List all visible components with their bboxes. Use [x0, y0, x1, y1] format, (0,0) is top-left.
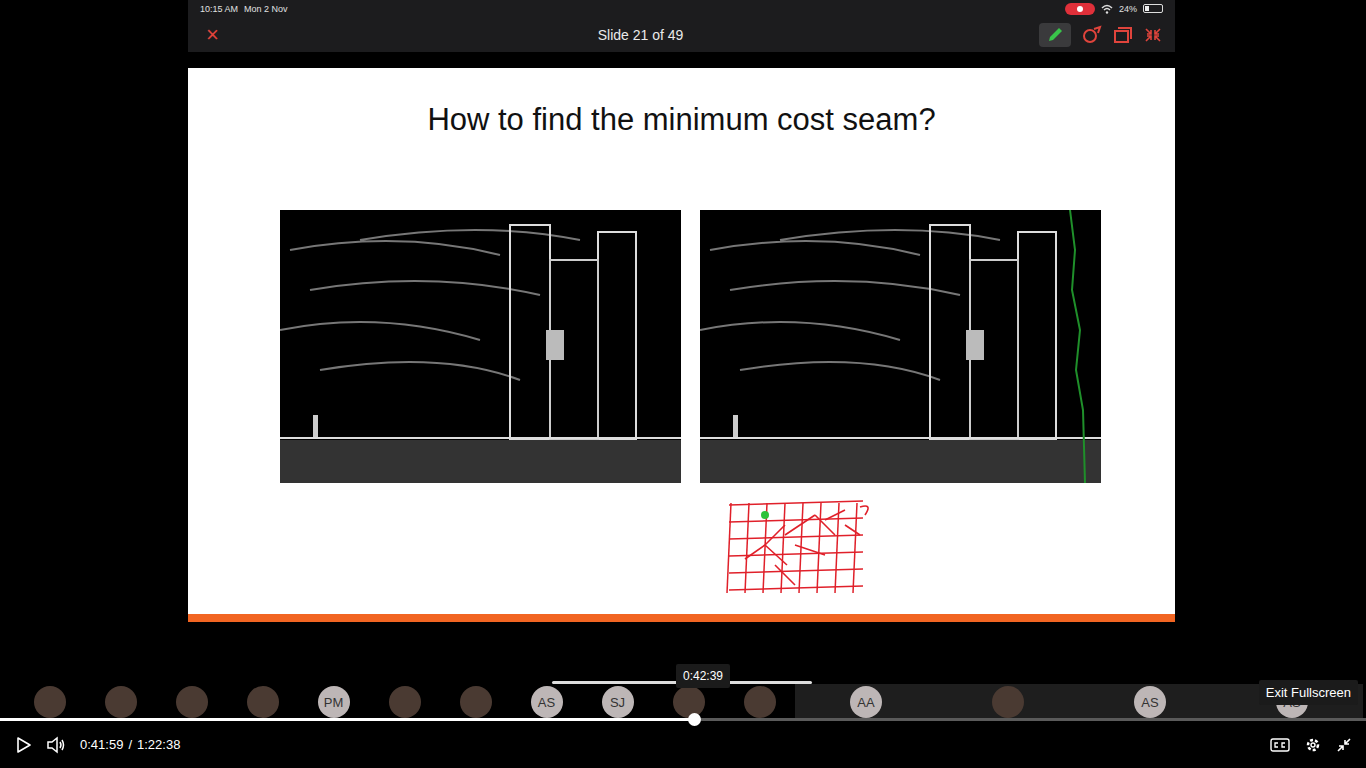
- play-icon[interactable]: [14, 736, 32, 754]
- participant-avatar[interactable]: AS: [531, 686, 563, 718]
- pen-icon: [1046, 26, 1064, 44]
- layout-icon[interactable]: [1113, 26, 1133, 44]
- participant-photo[interactable]: [176, 686, 208, 718]
- participant-tile[interactable]: SJ: [582, 684, 653, 718]
- participant-photo[interactable]: [34, 686, 66, 718]
- seek-bar[interactable]: [0, 718, 1366, 721]
- participant-tile[interactable]: [156, 684, 227, 718]
- presentation-toolbar: 10:15 AM Mon 2 Nov 24% × Slide 21 of 49: [188, 0, 1175, 52]
- pen-tool[interactable]: [1039, 23, 1071, 47]
- energy-image: [280, 210, 681, 483]
- seek-fill: [0, 718, 694, 721]
- avatar-initials: AA: [857, 695, 874, 710]
- player-controls: 0:41:59 / 1:22:38: [0, 718, 1366, 768]
- status-bar: 10:15 AM Mon 2 Nov 24%: [200, 0, 1163, 17]
- battery-percent: 24%: [1119, 4, 1137, 14]
- slide-title: How to find the minimum cost seam?: [188, 68, 1175, 138]
- current-time: 0:41:59: [80, 737, 123, 752]
- participant-photo[interactable]: [460, 686, 492, 718]
- battery-fill: [1145, 6, 1149, 11]
- time-display: 0:41:59 / 1:22:38: [80, 737, 180, 752]
- participant-tile[interactable]: [369, 684, 440, 718]
- avatar-initials: SJ: [610, 695, 625, 710]
- captions-icon[interactable]: [1270, 737, 1290, 753]
- avatar-initials: PM: [324, 695, 344, 710]
- seam-image: [700, 210, 1101, 483]
- recording-icon: [1065, 3, 1095, 15]
- participant-tile[interactable]: [937, 684, 1079, 718]
- collapse-icon[interactable]: [1143, 26, 1163, 44]
- battery-icon: [1143, 4, 1163, 13]
- participant-tile[interactable]: [227, 684, 298, 718]
- participant-photo[interactable]: [247, 686, 279, 718]
- participant-tile[interactable]: [653, 684, 724, 718]
- participant-tile[interactable]: [14, 684, 85, 718]
- participant-tile[interactable]: [724, 684, 795, 718]
- participant-tile[interactable]: [440, 684, 511, 718]
- clock: 10:15 AM: [200, 4, 238, 14]
- duration: 1:22:38: [137, 737, 180, 752]
- participant-photo[interactable]: [744, 686, 776, 718]
- volume-icon[interactable]: [46, 736, 66, 754]
- settings-gear-icon[interactable]: [1304, 736, 1322, 754]
- seek-knob[interactable]: [688, 713, 701, 726]
- participant-tile[interactable]: AS: [1079, 684, 1221, 718]
- participant-avatar[interactable]: AS: [1134, 686, 1166, 718]
- participant-tile[interactable]: AS: [511, 684, 582, 718]
- participant-tile[interactable]: AA: [795, 684, 937, 718]
- fullscreen-tooltip: Exit Fullscreen: [1259, 680, 1358, 705]
- grid-sketch: [725, 495, 875, 600]
- participant-avatar[interactable]: SJ: [602, 686, 634, 718]
- avatar-initials: AS: [1141, 695, 1158, 710]
- slide: How to find the minimum cost seam?: [188, 68, 1175, 622]
- date: Mon 2 Nov: [244, 4, 288, 14]
- close-button[interactable]: ×: [200, 24, 242, 46]
- participant-photo[interactable]: [105, 686, 137, 718]
- wifi-icon: [1101, 4, 1113, 14]
- participant-tile[interactable]: PM: [298, 684, 369, 718]
- slide-footer-bar: [188, 614, 1175, 622]
- participant-tile[interactable]: [85, 684, 156, 718]
- hover-time-tooltip: 0:42:39: [676, 664, 730, 688]
- time-separator: /: [128, 737, 132, 752]
- participant-photo[interactable]: [389, 686, 421, 718]
- participant-avatar[interactable]: AA: [850, 686, 882, 718]
- participant-photo[interactable]: [673, 686, 705, 718]
- avatar-initials: AS: [538, 695, 555, 710]
- slide-counter: Slide 21 of 49: [598, 27, 684, 43]
- participant-avatar[interactable]: PM: [318, 686, 350, 718]
- exit-fullscreen-icon[interactable]: [1336, 737, 1352, 753]
- participant-photo[interactable]: [992, 686, 1024, 718]
- laser-icon[interactable]: [1081, 25, 1103, 45]
